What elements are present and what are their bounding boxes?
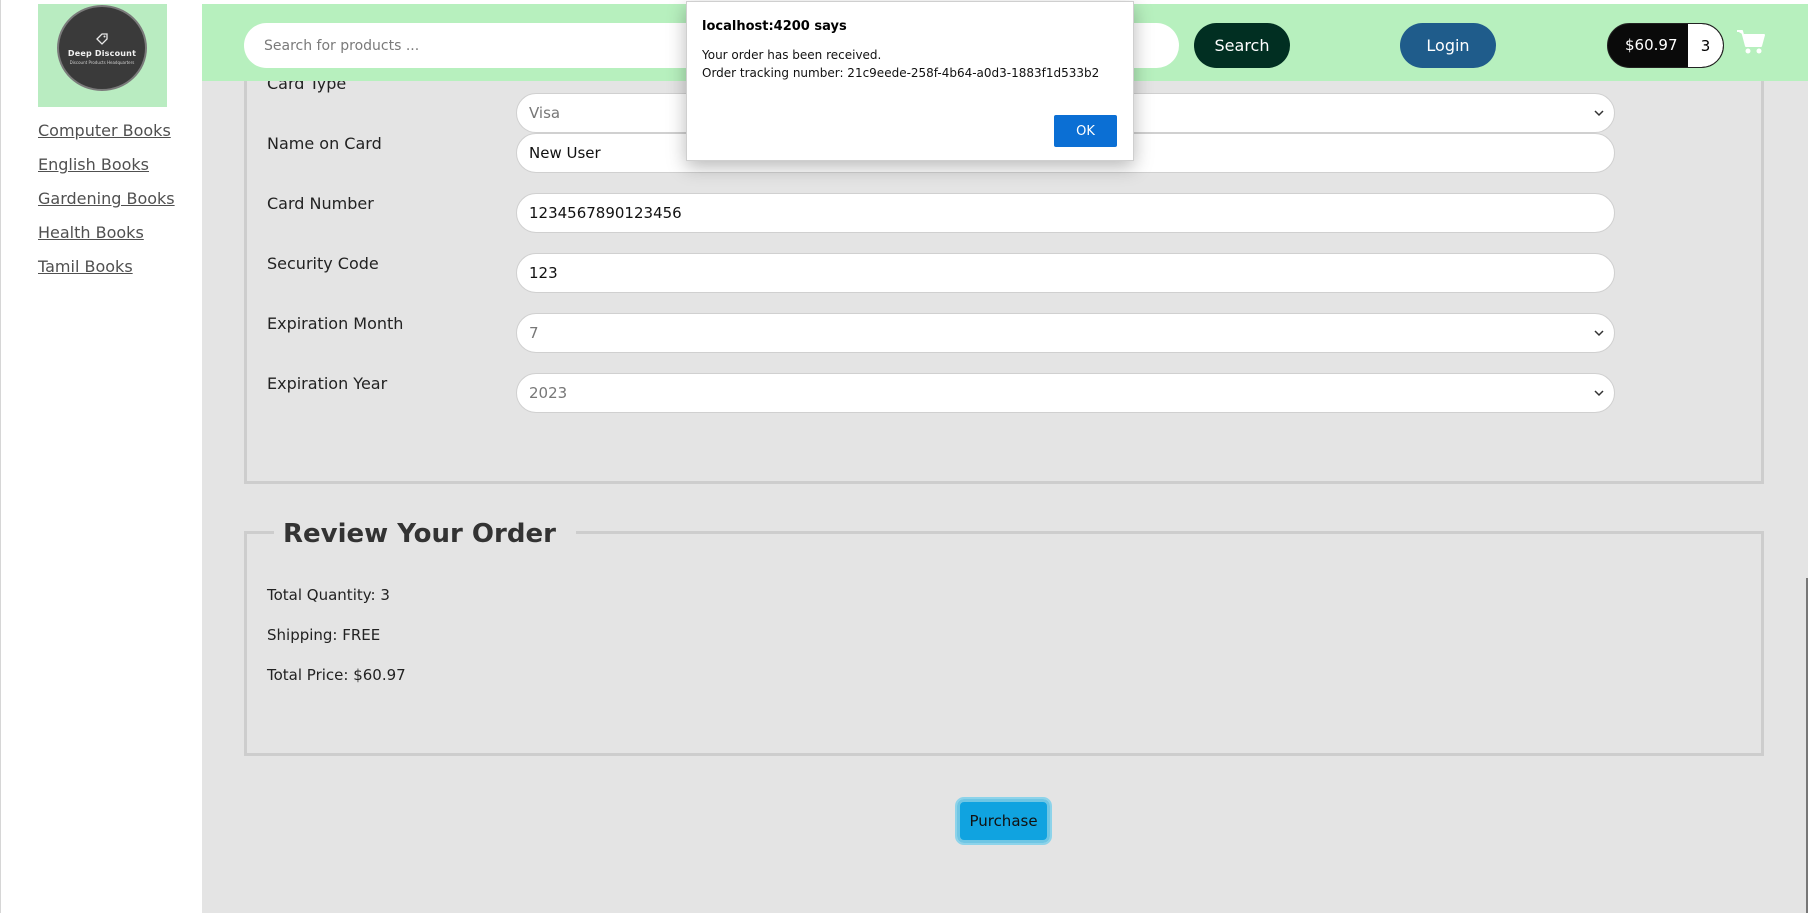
category-nav: Computer Books English Books Gardening B… [38, 121, 175, 291]
card-type-value: Visa [529, 104, 561, 122]
alert-dialog: localhost:4200 says Your order has been … [686, 1, 1134, 161]
sidebar: Deep Discount Discount Products Headquar… [0, 0, 202, 913]
security-code-value: 123 [529, 264, 558, 282]
total-price: Total Price: $60.97 [267, 666, 406, 684]
logo-title: Deep Discount [67, 48, 137, 58]
expiration-month-select[interactable]: 7 [516, 313, 1615, 353]
total-quantity: Total Quantity: 3 [267, 586, 390, 604]
name-on-card-label: Name on Card [267, 134, 382, 153]
category-link[interactable]: English Books [38, 155, 149, 174]
logo-subtitle: Discount Products Headquarters [69, 59, 135, 65]
expiration-month-label: Expiration Month [267, 314, 404, 333]
dialog-message: Your order has been received. [702, 48, 882, 62]
expiration-month-value: 7 [529, 324, 539, 342]
category-link[interactable]: Health Books [38, 223, 144, 242]
security-code-input[interactable]: 123 [516, 253, 1615, 293]
logo[interactable]: Deep Discount Discount Products Headquar… [38, 4, 167, 107]
category-link[interactable]: Tamil Books [38, 257, 133, 276]
cart-item-count: 3 [1688, 24, 1723, 67]
dialog-ok-button[interactable]: OK [1054, 115, 1117, 147]
purchase-button[interactable]: Purchase [955, 797, 1052, 845]
chevron-down-icon [1594, 390, 1604, 397]
cart-total-amount: $60.97 [1625, 36, 1678, 54]
checkout-main: Card Type Visa Name on Card New User Car… [202, 71, 1808, 913]
expiration-year-label: Expiration Year [267, 374, 388, 393]
category-link[interactable]: Computer Books [38, 121, 171, 140]
shopping-cart-icon[interactable] [1736, 28, 1766, 56]
expiration-year-value: 2023 [529, 384, 568, 402]
sidebar-item-english-books: English Books [38, 155, 175, 189]
shipping-info: Shipping: FREE [267, 626, 381, 644]
logo-badge: Deep Discount Discount Products Headquar… [57, 5, 147, 91]
category-link[interactable]: Gardening Books [38, 189, 175, 208]
sidebar-item-computer-books: Computer Books [38, 121, 175, 155]
dialog-title: localhost:4200 says [702, 19, 847, 34]
tag-icon [96, 32, 108, 45]
card-number-input[interactable]: 1234567890123456 [516, 193, 1615, 233]
expiration-year-select[interactable]: 2023 [516, 373, 1615, 413]
sidebar-item-gardening-books: Gardening Books [38, 189, 175, 223]
chevron-down-icon [1594, 330, 1604, 337]
card-number-value: 1234567890123456 [529, 204, 682, 222]
review-title: Review Your Order [274, 519, 576, 549]
review-fieldset [244, 531, 1764, 756]
chevron-down-icon [1594, 110, 1604, 117]
cart-summary-button[interactable]: $60.97 3 [1607, 23, 1724, 68]
security-code-label: Security Code [267, 254, 379, 273]
search-button[interactable]: Search [1194, 23, 1290, 68]
card-number-label: Card Number [267, 194, 374, 213]
sidebar-item-health-books: Health Books [38, 223, 175, 257]
login-button[interactable]: Login [1400, 23, 1496, 68]
name-on-card-value: New User [529, 144, 601, 162]
dialog-tracking-number: Order tracking number: 21c9eede-258f-4b6… [702, 66, 1100, 80]
sidebar-item-tamil-books: Tamil Books [38, 257, 175, 291]
